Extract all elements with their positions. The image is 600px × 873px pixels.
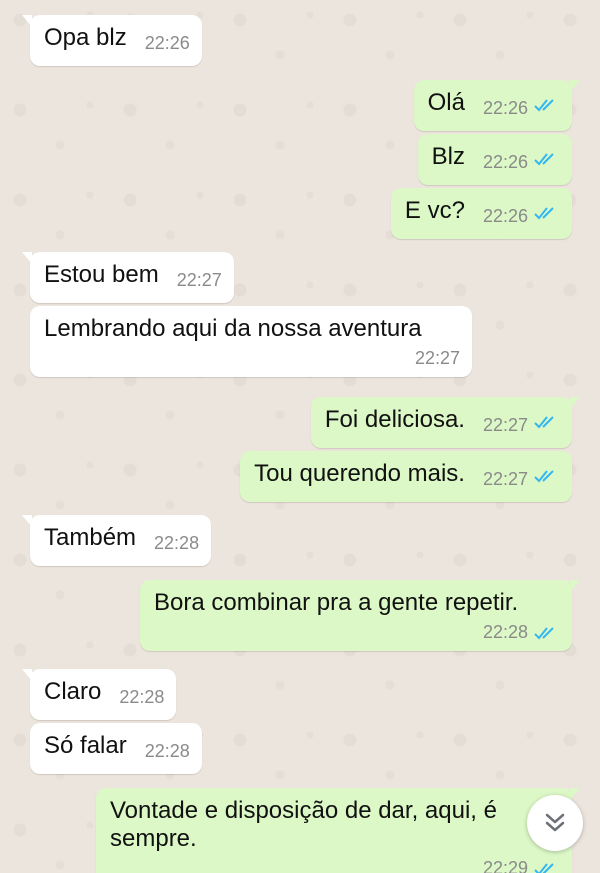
- message-text: Opa blz: [44, 24, 127, 51]
- message-time: 22:26: [144, 33, 190, 53]
- message-time: 22:28: [154, 533, 200, 553]
- message-text: Estou bem: [44, 261, 159, 288]
- double-check-icon: [534, 153, 554, 166]
- message-text: Blz: [431, 143, 465, 170]
- message-incoming[interactable]: Também 22:28: [21, 515, 212, 566]
- message-incoming[interactable]: Estou bem 22:27: [22, 252, 234, 303]
- message-outgoing[interactable]: Vontade e disposição de dar, aqui, é sem…: [96, 788, 580, 873]
- message-time: 22:28: [144, 741, 190, 761]
- message-text: Lembrando aqui da nossa aventura: [44, 315, 422, 342]
- message-time: 22:27: [482, 415, 528, 435]
- message-text: E vc?: [404, 197, 465, 224]
- scroll-to-bottom-button[interactable]: [527, 795, 583, 851]
- double-check-icon: [534, 470, 554, 483]
- message-time: 22:29: [482, 858, 528, 873]
- message-text: Tou querendo mais.: [254, 460, 465, 487]
- double-check-icon: [534, 207, 554, 220]
- message-incoming[interactable]: Opa blz 22:26: [22, 15, 202, 66]
- message-list[interactable]: Opa blz 22:26 Olá 22:26 Blz 22:26 E vc? 22:2…: [0, 0, 600, 873]
- double-check-icon: [534, 627, 554, 640]
- message-outgoing[interactable]: Tou querendo mais. 22:27: [240, 451, 572, 502]
- message-text: Só falar: [44, 732, 127, 759]
- double-check-icon: [534, 99, 554, 112]
- message-outgoing[interactable]: Bora combinar pra a gente repetir. 22:28: [140, 580, 580, 651]
- message-outgoing[interactable]: Foi deliciosa. 22:27: [310, 397, 581, 448]
- chevron-double-down-icon: [545, 813, 565, 832]
- message-time: 22:26: [482, 98, 528, 118]
- double-check-icon: [534, 416, 554, 429]
- double-check-icon: [534, 863, 554, 873]
- message-time: 22:28: [482, 622, 528, 642]
- message-outgoing[interactable]: Olá 22:26: [413, 80, 581, 131]
- message-text: Foi deliciosa.: [324, 406, 465, 433]
- message-incoming[interactable]: Só falar 22:28: [30, 723, 202, 774]
- message-outgoing[interactable]: Blz 22:26: [417, 134, 572, 185]
- message-time: 22:27: [482, 469, 528, 489]
- message-text: Olá: [427, 89, 465, 116]
- message-time: 22:27: [176, 270, 222, 290]
- message-time: 22:26: [482, 152, 528, 172]
- message-outgoing[interactable]: E vc? 22:26: [390, 188, 572, 239]
- message-incoming[interactable]: Claro 22:28: [21, 669, 177, 720]
- message-text: Vontade e disposição de dar, aqui, é sem…: [110, 797, 497, 852]
- message-time: 22:26: [482, 206, 528, 226]
- message-incoming[interactable]: Lembrando aqui da nossa aventura 22:27: [30, 306, 472, 377]
- message-time: 22:28: [119, 687, 165, 707]
- message-text: Bora combinar pra a gente repetir.: [154, 589, 519, 616]
- message-text: Também: [44, 524, 137, 551]
- message-time: 22:27: [414, 348, 460, 368]
- message-text: Claro: [44, 678, 102, 705]
